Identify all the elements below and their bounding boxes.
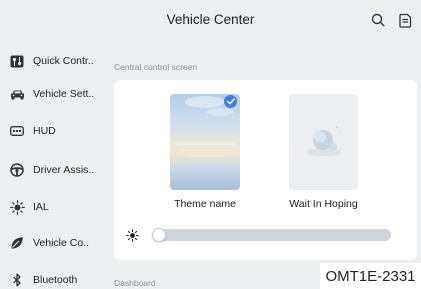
sidebar-item-hud[interactable]: HUD <box>0 118 108 144</box>
brightness-slider[interactable] <box>154 229 391 241</box>
sidebar-item-vehicle-control[interactable]: Vehicle Co.. <box>0 230 108 256</box>
sidebar-item-ial[interactable]: IAL <box>0 194 108 220</box>
sidebar-item-driver-assist[interactable]: Driver Assis.. <box>0 157 108 183</box>
sidebar-item-bluetooth[interactable]: Bluetooth <box>0 267 108 289</box>
watermark-label: OMT1E-2331 <box>320 263 421 289</box>
theme-thumbnail-selected[interactable] <box>170 94 240 190</box>
header-bar: Vehicle Center <box>0 0 421 42</box>
selected-check-icon <box>224 95 237 108</box>
sidebar: Quick Contr.. Vehicle Sett.. HUD Driver … <box>0 42 108 289</box>
bluetooth-icon <box>9 272 25 288</box>
sidebar-item-label: IAL <box>33 201 49 213</box>
theme-thumbnail-wait-in-hoping[interactable] <box>289 94 358 190</box>
theme-name-label: Theme name <box>174 198 236 210</box>
section-label-dashboard: Dashboard <box>114 278 156 288</box>
document-icon[interactable] <box>396 11 414 29</box>
quick-control-icon <box>9 53 25 69</box>
search-icon[interactable] <box>369 11 387 29</box>
hud-icon <box>9 123 25 139</box>
sidebar-item-label: Vehicle Sett.. <box>33 88 95 100</box>
sidebar-item-label: Bluetooth <box>33 274 78 286</box>
sidebar-item-label: HUD <box>33 125 56 137</box>
brightness-slider-handle[interactable] <box>152 228 166 242</box>
ambient-light-icon <box>9 199 25 215</box>
page-title: Vehicle Center <box>166 12 255 27</box>
sidebar-item-label: Vehicle Co.. <box>33 237 90 249</box>
sidebar-item-label: Driver Assis.. <box>33 164 95 176</box>
sidebar-item-vehicle-settings[interactable]: Vehicle Sett.. <box>0 81 108 107</box>
brightness-sun-icon <box>125 228 139 242</box>
steering-wheel-icon <box>9 162 25 178</box>
theme-name-label: Wait In Hoping <box>289 198 358 210</box>
leaf-icon <box>9 235 25 251</box>
sidebar-item-quick-control[interactable]: Quick Contr.. <box>0 48 108 74</box>
car-icon <box>9 86 25 102</box>
sidebar-item-label: Quick Contr.. <box>33 55 94 67</box>
section-label-central-control: Central control screen <box>114 62 198 72</box>
